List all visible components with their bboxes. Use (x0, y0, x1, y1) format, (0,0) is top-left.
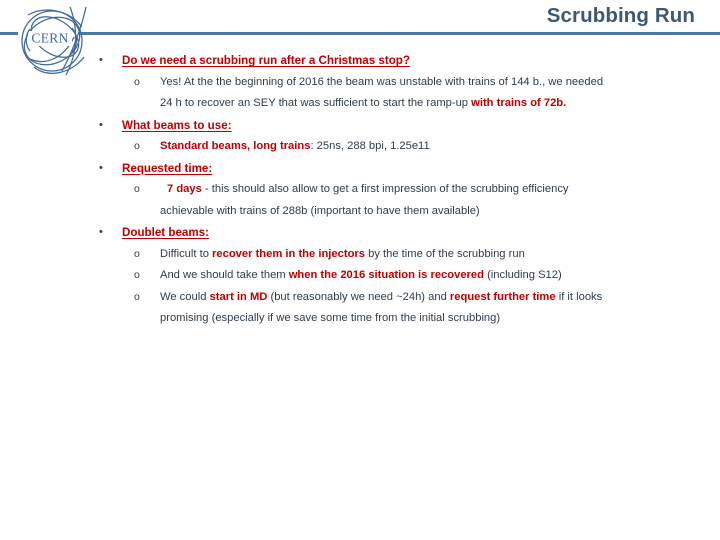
sub-bullet-rest: : 25ns, 288 bpi, 1.25e11 (310, 140, 430, 152)
sub-bullet-glyph: o (134, 269, 140, 281)
sub-bullet-continuation: promising (especially if we save some ti… (160, 312, 501, 324)
sub-bullet-emphasis: when the 2016 situation is recovered (288, 269, 484, 281)
sub-bullet-glyph: o (134, 75, 140, 88)
heading-text: Requested time: (122, 161, 213, 175)
bullet-heading-3: • Requested time: (0, 158, 720, 180)
sub-bullet-1-1: o Yes! At the the beginning of 2016 the … (0, 72, 720, 94)
sub-bullet-3-1: o 7 days - this should also allow to get… (0, 179, 720, 201)
sub-bullet-4-2: o And we should take them when the 2016 … (0, 265, 720, 287)
slide-header: Scrubbing Run (0, 0, 720, 44)
sub-bullet-glyph: o (134, 247, 140, 260)
bullet-heading-2: • What beams to use: (0, 115, 720, 137)
sub-bullet-emphasis: start in MD (209, 290, 268, 303)
sub-bullet-emphasis-2: request further time (449, 290, 556, 303)
sub-bullet-emphasis: with trains of 72b. (471, 97, 567, 109)
heading-text: Doublet beams: (122, 226, 209, 239)
sub-bullet-lead: Standard beams, long trains (160, 140, 311, 152)
bullet-heading-4: • Doublet beams: (0, 222, 720, 244)
sub-bullet-post: if it looks (555, 290, 603, 303)
bullet-glyph: • (99, 161, 103, 174)
sub-bullet-lead: 7 days (167, 183, 202, 195)
content-block-2: • What beams to use: o Standard beams, l… (0, 115, 720, 158)
header-divider (0, 32, 720, 35)
bullet-glyph: • (99, 54, 103, 66)
sub-bullet-text-line2: 24 h to recover an SEY that was sufficie… (160, 97, 472, 109)
sub-bullet-mid: (but reasonably we need ~24h) and (267, 290, 450, 303)
content-block-4: • Doublet beams: o Difficult to recover … (0, 222, 720, 330)
heading-text: Do we need a scrubbing run after a Chris… (122, 54, 410, 67)
sub-bullet-1-1-cont: 24 h to recover an SEY that was sufficie… (0, 93, 720, 115)
sub-bullet-3-1-cont: achievable with trains of 288b (importan… (0, 201, 720, 223)
sub-bullet-emphasis: recover them in the injectors (212, 247, 365, 260)
sub-bullet-pre: And we should take them (160, 269, 289, 281)
sub-bullet-glyph: o (134, 183, 140, 195)
heading-text: What beams to use: (122, 118, 232, 132)
sub-bullet-pre: We could (160, 290, 210, 303)
sub-bullet-4-1: o Difficult to recover them in the injec… (0, 244, 720, 266)
content-block-3: • Requested time: o 7 days - this should… (0, 158, 720, 223)
sub-bullet-4-3: o We could start in MD (but reasonably w… (0, 287, 720, 309)
bullet-glyph: • (99, 226, 103, 238)
slide-body: • Do we need a scrubbing run after a Chr… (0, 50, 720, 330)
cern-logo-wordmark: CERN (31, 31, 68, 46)
bullet-heading-1: • Do we need a scrubbing run after a Chr… (0, 50, 720, 72)
sub-bullet-post: by the time of the scrubbing run (364, 247, 525, 260)
sub-bullet-continuation: achievable with trains of 288b (importan… (160, 204, 480, 217)
slide: Scrubbing Run CERN • Do we need a scrubb… (0, 0, 720, 540)
sub-bullet-post: (including S12) (483, 269, 562, 281)
bullet-glyph: • (99, 118, 103, 131)
sub-bullet-pre: Difficult to (160, 247, 213, 260)
sub-bullet-text: Yes! At the the beginning of 2016 the be… (160, 75, 604, 88)
content-block-1: • Do we need a scrubbing run after a Chr… (0, 50, 720, 115)
sub-bullet-4-3-cont: promising (especially if we save some ti… (0, 308, 720, 330)
sub-bullet-rest: - this should also allow to get a first … (201, 183, 569, 195)
sub-bullet-glyph: o (134, 140, 140, 152)
sub-bullet-glyph: o (134, 290, 140, 303)
page-title: Scrubbing Run (546, 4, 695, 27)
sub-bullet-2-1: o Standard beams, long trains: 25ns, 288… (0, 136, 720, 158)
